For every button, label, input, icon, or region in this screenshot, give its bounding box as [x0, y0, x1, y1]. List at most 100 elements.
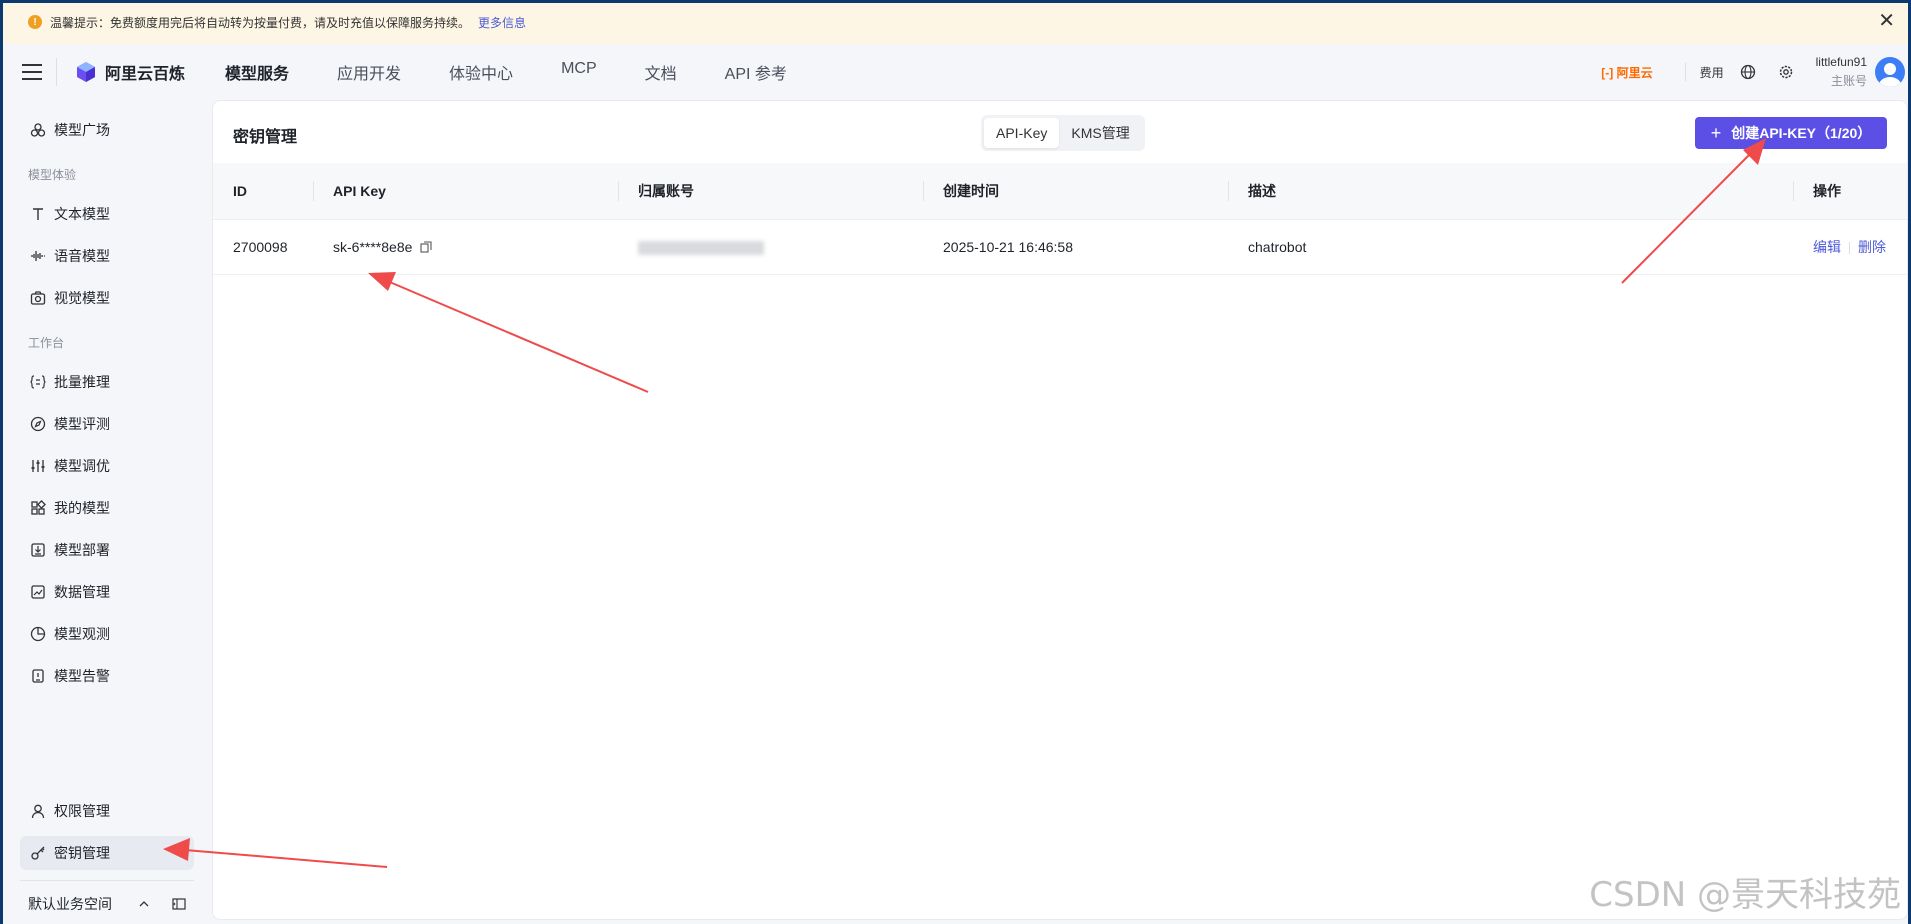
user-icon [1879, 63, 1901, 87]
aliyun-logo[interactable]: [-] 阿里云 [1601, 64, 1652, 81]
sidebar-item-voice-model[interactable]: 语音模型 [20, 239, 194, 273]
cell-desc: chatrobot [1248, 238, 1307, 255]
collapse-sidebar-icon[interactable] [172, 897, 186, 911]
top-nav: 模型服务 应用开发 体验中心 MCP 文档 API 参考 [225, 60, 835, 84]
cell-actions: 编辑 删除 [1793, 219, 1907, 274]
nav-app-dev[interactable]: 应用开发 [337, 60, 401, 84]
fee-link[interactable]: 费用 [1700, 64, 1724, 81]
close-icon[interactable]: ✕ [1878, 11, 1895, 31]
brand-logo-icon [77, 62, 95, 82]
tab-api-key[interactable]: API-Key [984, 118, 1060, 148]
pie-icon [30, 626, 46, 642]
user-icon [31, 804, 45, 819]
sidebar-item-model-eval[interactable]: 模型评测 [20, 407, 194, 441]
compass-icon [30, 416, 46, 432]
avatar[interactable] [1875, 57, 1905, 87]
username: littlefun91 [1815, 55, 1867, 69]
sidebar-item-model-observe[interactable]: 模型观测 [20, 617, 194, 651]
api-key-table: ID API Key 归属账号 创建时间 描述 操作 2700098 sk-6*… [213, 163, 1907, 275]
sidebar-item-label: 模型评测 [54, 416, 110, 432]
sidebar-item-data-mgmt[interactable]: 数据管理 [20, 575, 194, 609]
sidebar-item-model-tuning[interactable]: 模型调优 [20, 449, 194, 483]
alert-icon [32, 669, 44, 683]
brand[interactable]: 阿里云百炼 [75, 60, 185, 84]
brand-name: 阿里云百炼 [105, 66, 186, 83]
nav-model-service[interactable]: 模型服务 [225, 60, 289, 84]
sidebar-item-label: 批量推理 [54, 374, 110, 390]
col-desc: 描述 [1228, 163, 1793, 219]
sidebar-item-label: 文本模型 [54, 206, 110, 222]
sidebar-item-model-square[interactable]: 模型广场 [20, 113, 194, 147]
tab-kms[interactable]: KMS管理 [1059, 118, 1141, 148]
waveform-icon [31, 251, 45, 261]
col-id: ID [233, 182, 247, 199]
edit-link[interactable]: 编辑 [1813, 239, 1841, 255]
globe-icon[interactable] [1740, 64, 1756, 80]
notice-more-link[interactable]: 更多信息 [478, 14, 526, 31]
section-label-experience: 模型体验 [28, 168, 77, 182]
table-header-row: ID API Key 归属账号 创建时间 描述 操作 [213, 163, 1907, 219]
sidebar-item-permissions[interactable]: 权限管理 [20, 794, 194, 828]
sidebar-item-model-deploy[interactable]: 模型部署 [20, 533, 194, 567]
table-row: 2700098 sk-6****8e8e 2025-10-21 16:46:58… [213, 219, 1907, 274]
sidebar-item-label: 语音模型 [54, 248, 110, 264]
notice-bar: ! 温馨提示：免费额度用完后将自动转为按量付费，请及时充值以保障服务持续。 更多… [0, 0, 1911, 44]
sliders-icon [31, 460, 45, 472]
col-created: 创建时间 [923, 163, 1228, 219]
create-api-key-button[interactable]: + 创建API-KEY（1/20） [1695, 117, 1887, 149]
model-square-icon [30, 123, 46, 137]
sidebar-item-model-alert[interactable]: 模型告警 [20, 659, 194, 693]
sidebar-item-label: 模型观测 [54, 626, 110, 642]
api-key-value: sk-6****8e8e [333, 238, 413, 255]
apps-icon [31, 500, 46, 515]
nav-mcp[interactable]: MCP [561, 60, 597, 84]
gear-icon[interactable] [1778, 64, 1794, 80]
col-actions: 操作 [1793, 163, 1907, 219]
sidebar-divider [20, 880, 194, 881]
sidebar-item-key-mgmt[interactable]: 密钥管理 [20, 836, 194, 870]
delete-link[interactable]: 删除 [1858, 239, 1886, 255]
create-button-label: 创建API-KEY（1/20） [1731, 125, 1872, 141]
cell-api-key: sk-6****8e8e [313, 219, 618, 274]
sidebar-item-label: 模型告警 [54, 668, 110, 684]
action-separator [1849, 241, 1850, 254]
chevron-up-icon [139, 901, 149, 907]
sidebar-item-my-models[interactable]: 我的模型 [20, 491, 194, 525]
workspace-switcher[interactable]: 默认业务空间 [18, 887, 192, 921]
cell-created: 2025-10-21 16:46:58 [943, 238, 1073, 255]
sidebar-item-batch-inference[interactable]: 批量推理 [20, 365, 194, 399]
menu-icon[interactable] [22, 64, 42, 80]
sidebar-item-label: 我的模型 [54, 500, 110, 516]
plus-icon: + [1710, 122, 1722, 143]
camera-icon [30, 291, 46, 305]
sidebar-item-text-model[interactable]: 文本模型 [20, 197, 194, 231]
header-right: [-] 阿里云 费用 littlefun91 主账号 [1601, 44, 1911, 100]
sidebar-item-label: 模型调优 [54, 458, 110, 474]
chart-icon [31, 585, 45, 599]
col-account: 归属账号 [618, 163, 923, 219]
key-icon [31, 846, 45, 860]
warning-icon: ! [28, 15, 42, 29]
redacted-account [638, 240, 764, 255]
section-label-workbench: 工作台 [28, 336, 65, 350]
nav-api-reference[interactable]: API 参考 [725, 60, 787, 84]
cell-id: 2700098 [233, 238, 288, 255]
nav-docs[interactable]: 文档 [645, 60, 677, 84]
nav-experience-center[interactable]: 体验中心 [449, 60, 513, 84]
sidebar: 模型广场 模型体验 文本模型 语音模型 视觉模型 工作台 批量推理 模型评测 模… [0, 100, 212, 924]
user-info[interactable]: littlefun91 主账号 [1816, 55, 1867, 89]
notice-text: 温馨提示：免费额度用完后将自动转为按量付费，请及时充值以保障服务持续。 [50, 15, 471, 30]
sidebar-item-label: 模型广场 [54, 122, 110, 138]
top-header: 阿里云百炼 模型服务 应用开发 体验中心 MCP 文档 API 参考 [-] 阿… [0, 44, 1911, 100]
sidebar-item-label: 密钥管理 [54, 845, 110, 861]
batch-icon [30, 375, 46, 389]
sidebar-item-vision-model[interactable]: 视觉模型 [20, 281, 194, 315]
main-panel: 密钥管理 API-Key KMS管理 + 创建API-KEY（1/20） ID … [212, 100, 1908, 920]
header-separator [1684, 63, 1686, 81]
copy-icon[interactable] [420, 240, 432, 253]
text-icon [33, 208, 43, 220]
header-divider [56, 58, 57, 86]
sidebar-item-label: 权限管理 [54, 803, 110, 819]
user-role: 主账号 [1830, 74, 1867, 88]
sidebar-item-label: 视觉模型 [54, 290, 110, 306]
